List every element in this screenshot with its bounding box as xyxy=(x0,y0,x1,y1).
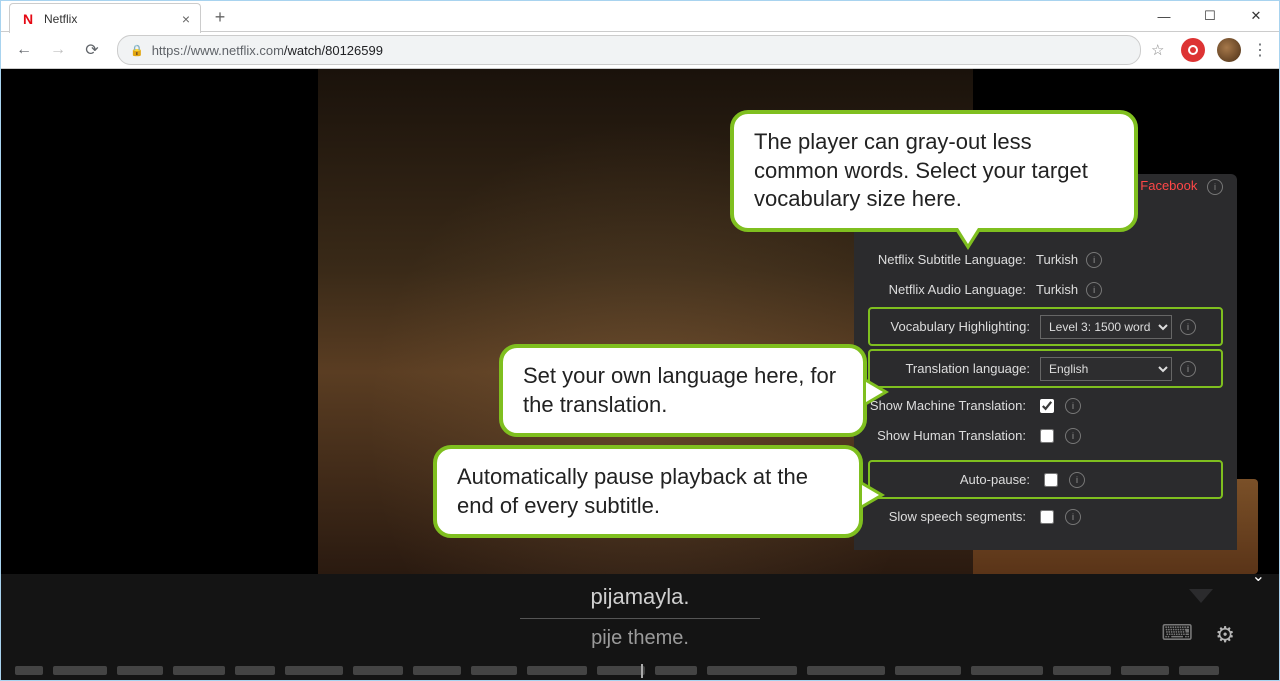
tab-title: Netflix xyxy=(44,12,77,26)
timeline-segment[interactable] xyxy=(1121,666,1169,675)
netflix-favicon: N xyxy=(20,11,36,27)
settings-panel-pointer xyxy=(1189,589,1213,603)
lock-icon: 🔒 xyxy=(130,44,144,57)
timeline-segment[interactable] xyxy=(807,666,885,675)
timeline-segment[interactable] xyxy=(971,666,1043,675)
profile-avatar[interactable] xyxy=(1217,38,1241,62)
label-vocab-highlighting: Vocabulary Highlighting: xyxy=(872,319,1040,334)
forward-button[interactable]: → xyxy=(43,35,73,65)
timeline-segment[interactable] xyxy=(597,666,645,675)
label-human-translation: Show Human Translation: xyxy=(868,428,1036,443)
timeline-segment[interactable] xyxy=(471,666,517,675)
info-icon[interactable]: i xyxy=(1207,179,1223,195)
label-machine-translation: Show Machine Translation: xyxy=(868,398,1036,413)
bookmark-star-icon[interactable]: ☆ xyxy=(1151,41,1173,59)
address-bar[interactable]: 🔒 https://www.netflix.com/watch/80126599 xyxy=(117,35,1141,65)
browser-tab[interactable]: N Netflix × xyxy=(9,3,201,33)
timeline-segment[interactable] xyxy=(413,666,461,675)
callout-autopause: Automatically pause playback at the end … xyxy=(433,445,863,538)
subtitle-separator xyxy=(520,618,760,619)
label-translation-language: Translation language: xyxy=(872,361,1040,376)
timeline-segment[interactable] xyxy=(1179,666,1219,675)
url-host: https://www.netflix.com xyxy=(152,43,284,58)
label-audio-language: Netflix Audio Language: xyxy=(868,282,1036,297)
select-vocab-level[interactable]: Level 3: 1500 words xyxy=(1040,315,1172,339)
info-icon[interactable]: i xyxy=(1086,282,1102,298)
row-auto-pause: Auto-pause: i xyxy=(868,460,1223,499)
chevron-down-icon[interactable]: ⌄ xyxy=(1252,566,1265,586)
timeline-segment[interactable] xyxy=(15,666,43,675)
page-content: pijamayla. pije theme. Facebook i Netfli… xyxy=(1,69,1279,681)
facebook-label: Facebook xyxy=(1140,178,1197,193)
subtitle-timeline[interactable] xyxy=(1,666,1279,678)
info-icon[interactable]: i xyxy=(1065,398,1081,414)
subtitle-original: pijamayla. xyxy=(590,584,689,610)
maximize-button[interactable]: ☐ xyxy=(1187,1,1233,31)
extension-icon[interactable] xyxy=(1181,38,1205,62)
callout-autopause-text: Automatically pause playback at the end … xyxy=(457,464,808,518)
timeline-segment[interactable] xyxy=(895,666,961,675)
url-path: /watch/80126599 xyxy=(284,43,383,58)
info-icon[interactable]: i xyxy=(1065,509,1081,525)
facebook-link[interactable]: Facebook i xyxy=(1140,178,1223,195)
label-auto-pause: Auto-pause: xyxy=(872,472,1040,487)
value-subtitle-language: Turkish xyxy=(1036,252,1078,267)
timeline-segment[interactable] xyxy=(707,666,797,675)
checkbox-human-translation[interactable] xyxy=(1040,429,1054,443)
callout-vocab-text: The player can gray-out less common word… xyxy=(754,129,1088,211)
timeline-segment[interactable] xyxy=(1053,666,1111,675)
browser-toolbar: ← → ⟳ 🔒 https://www.netflix.com/watch/80… xyxy=(1,32,1279,69)
checkbox-auto-pause[interactable] xyxy=(1044,473,1058,487)
new-tab-button[interactable]: + xyxy=(207,4,233,30)
row-slow-speech: Slow speech segments: i xyxy=(868,502,1223,531)
window-controls: — ☐ ✕ xyxy=(1141,1,1279,31)
url-text: https://www.netflix.com/watch/80126599 xyxy=(152,43,383,58)
info-icon[interactable]: i xyxy=(1069,472,1085,488)
tab-close-icon[interactable]: × xyxy=(182,11,190,27)
timeline-segment[interactable] xyxy=(527,666,587,675)
row-vocab-highlighting: Vocabulary Highlighting: Level 3: 1500 w… xyxy=(868,307,1223,346)
checkbox-slow-speech[interactable] xyxy=(1040,510,1054,524)
row-human-translation: Show Human Translation: i xyxy=(868,421,1223,450)
keyboard-icon[interactable]: ⌨ xyxy=(1161,620,1193,646)
timeline-segment[interactable] xyxy=(173,666,225,675)
timeline-segment[interactable] xyxy=(117,666,163,675)
label-subtitle-language: Netflix Subtitle Language: xyxy=(868,252,1036,267)
row-translation-language: Translation language: English i xyxy=(868,349,1223,388)
chrome-window: N Netflix × + — ☐ ✕ ← → ⟳ 🔒 https://www.… xyxy=(0,0,1280,681)
subtitle-translation: pije theme. xyxy=(591,627,689,650)
label-slow-speech: Slow speech segments: xyxy=(868,509,1036,524)
timeline-playhead[interactable] xyxy=(641,664,643,678)
callout-translation-text: Set your own language here, for the tran… xyxy=(523,363,836,417)
back-button[interactable]: ← xyxy=(9,35,39,65)
row-audio-language: Netflix Audio Language: Turkish i xyxy=(868,275,1223,304)
reload-button[interactable]: ⟳ xyxy=(77,35,107,65)
info-icon[interactable]: i xyxy=(1180,361,1196,377)
timeline-segment[interactable] xyxy=(285,666,343,675)
row-machine-translation: Show Machine Translation: i xyxy=(868,391,1223,420)
checkbox-machine-translation[interactable] xyxy=(1040,399,1054,413)
timeline-segment[interactable] xyxy=(235,666,275,675)
titlebar: N Netflix × + — ☐ ✕ xyxy=(1,1,1279,32)
timeline-segment[interactable] xyxy=(655,666,697,675)
timeline-segment[interactable] xyxy=(353,666,403,675)
info-icon[interactable]: i xyxy=(1180,319,1196,335)
gear-icon[interactable]: ⚙ xyxy=(1215,622,1235,648)
select-translation-language[interactable]: English xyxy=(1040,357,1172,381)
minimize-button[interactable]: — xyxy=(1141,1,1187,31)
timeline-segment[interactable] xyxy=(53,666,107,675)
value-audio-language: Turkish xyxy=(1036,282,1078,297)
chrome-menu-icon[interactable]: ⋮ xyxy=(1249,40,1271,60)
subtitle-area: pijamayla. pije theme. xyxy=(1,574,1279,681)
callout-vocab: The player can gray-out less common word… xyxy=(730,110,1138,232)
row-subtitle-language: Netflix Subtitle Language: Turkish i xyxy=(868,245,1223,274)
info-icon[interactable]: i xyxy=(1065,428,1081,444)
info-icon[interactable]: i xyxy=(1086,252,1102,268)
callout-translation: Set your own language here, for the tran… xyxy=(499,344,867,437)
close-button[interactable]: ✕ xyxy=(1233,1,1279,31)
